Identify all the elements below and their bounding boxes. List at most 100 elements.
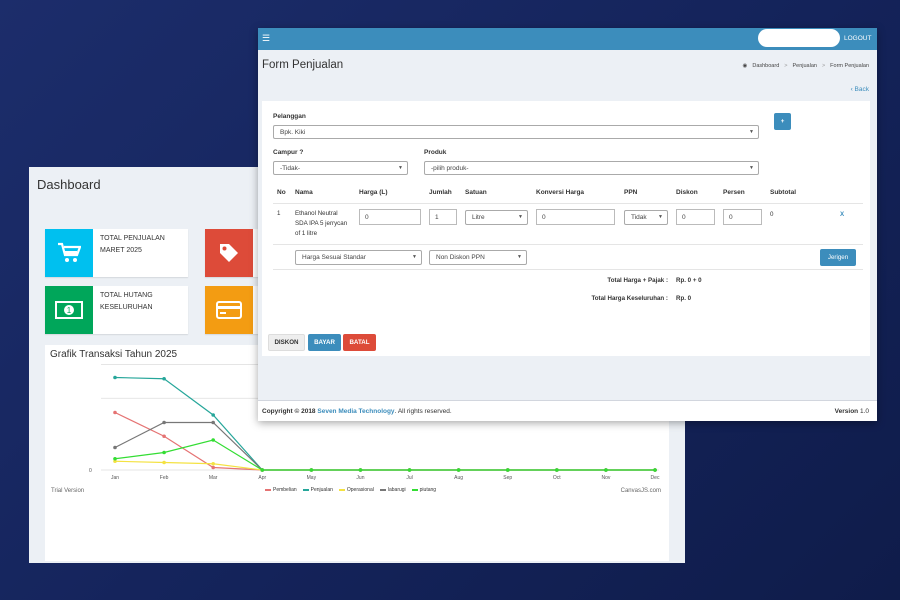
breadcrumb-item-penjualan[interactable]: Penjualan [792,63,816,69]
data-point[interactable] [211,461,215,466]
data-point[interactable] [113,410,117,415]
diskon-input[interactable]: 0 [676,209,715,225]
column-header-nama: Nama [295,189,313,196]
legend-item[interactable]: piutang [411,487,437,493]
navbar-user-field[interactable] [758,29,840,47]
remove-row-button[interactable]: X [840,210,844,220]
data-point[interactable] [162,434,166,439]
data-point[interactable] [211,413,215,417]
x-axis-tick-label: Apr [258,475,266,481]
chevron-down-icon: ▼ [398,165,403,171]
bayar-button[interactable]: BAYAR [308,334,341,351]
data-point[interactable] [162,376,166,381]
data-point[interactable] [162,460,166,465]
ppn-select[interactable]: Tidak ▼ [624,210,668,225]
data-point[interactable] [211,438,215,442]
legend-label: labarugi [387,487,406,493]
version-label: Version [834,408,859,415]
x-axis-tick-label: Feb [160,475,169,481]
column-header-no: No [277,189,286,196]
batal-button[interactable]: BATAL [343,334,376,351]
data-point[interactable] [653,468,657,472]
produk-label: Produk [424,149,447,156]
table-divider [273,269,863,270]
legend-item[interactable]: Penjualan [302,487,333,493]
data-point[interactable] [456,468,461,472]
logout-button[interactable]: LOGOUT [844,35,871,42]
harga-input[interactable]: 0 [359,209,421,225]
info-box-total-hutang[interactable]: 1 TOTAL HUTANG KESELURUHAN [45,286,188,334]
breadcrumb-separator: > [784,63,788,69]
data-point[interactable] [260,468,265,472]
svg-text:1: 1 [67,306,72,315]
legend-label: piutang [419,487,437,493]
jerigen-button[interactable]: Jerigen [820,249,856,266]
data-point[interactable] [309,468,314,472]
y-axis-zero-label: 0 [89,468,92,474]
chevron-down-icon: ▼ [658,214,663,220]
canvasjs-credit[interactable]: CanvasJS.com [621,488,661,494]
cart-icon [45,229,93,277]
diskon-button[interactable]: DISKON [268,334,305,351]
pelanggan-value: Bpk. Kiki [280,129,306,136]
data-point[interactable] [604,468,608,472]
x-axis-tick-label: Nov [601,475,610,481]
trial-version-text: Trial Version [51,488,85,494]
legend-item[interactable]: Pembelian [265,487,297,493]
info-box-sublabel: MARET 2025 [100,247,142,254]
konversi-harga-input[interactable]: 0 [536,209,615,225]
data-point[interactable] [113,456,117,461]
data-point[interactable] [113,375,117,380]
back-link[interactable]: ‹ Back [851,86,869,93]
x-axis-tick-label: Dec [651,475,660,481]
column-header-jumlah: Jumlah [429,189,452,196]
footer-copyright: Copyright © 2018 Seven Media Technology.… [262,408,452,415]
data-point[interactable] [358,468,363,472]
data-point[interactable] [407,468,412,472]
form-box: Pelanggan Bpk. Kiki ▼ + Campur ? -Tidak- ▼… [262,101,870,356]
produk-value: -pilih produk- [431,165,469,172]
data-point[interactable] [113,445,117,450]
x-axis-tick-label: Oct [553,475,561,481]
satuan-select[interactable]: Litre ▼ [465,210,528,225]
total-pajak-label: Total Harga + Pajak : [607,277,668,284]
campur-select[interactable]: -Tidak- ▼ [273,161,408,175]
ppn-type-value: Non Diskon PPN [436,254,485,261]
column-header-konversi: Konversi Harga [536,189,585,196]
column-header-ppn: PPN [624,189,638,196]
copyright-text: Copyright © 2018 [262,408,316,415]
x-axis-tick-label: Sep [503,475,512,481]
ppn-type-select[interactable]: Non Diskon PPN ▼ [429,250,527,265]
hamburger-icon[interactable]: ☰ [262,33,270,44]
product-name-line: of 1 litre [295,230,318,237]
jumlah-input[interactable]: 1 [429,209,457,225]
harga-type-select[interactable]: Harga Sesuai Standar ▼ [295,250,422,265]
legend-item[interactable]: labarugi [379,487,406,493]
legend-item[interactable]: Operasional [338,487,374,493]
brand-link[interactable]: Seven Media Technology [317,408,394,415]
persen-input[interactable]: 0 [723,209,762,225]
version-value: 1.0 [859,408,869,415]
data-point[interactable] [211,420,215,425]
info-box-sublabel: KESELURUHAN [100,304,153,311]
table-divider [273,244,863,245]
money-icon: 1 [45,286,93,334]
column-header-subtotal: Subtotal [770,189,796,196]
series-line-piutang [114,439,655,471]
x-axis-tick-label: Mar [209,475,218,481]
produk-select[interactable]: -pilih produk- ▼ [424,161,759,175]
data-point[interactable] [162,420,166,425]
x-axis-tick-label: May [307,475,317,481]
data-point[interactable] [555,468,559,472]
data-point[interactable] [211,465,215,470]
pelanggan-select[interactable]: Bpk. Kiki ▼ [273,125,759,139]
ppn-value: Tidak [631,214,647,221]
total-keseluruhan-label: Total Harga Keseluruhan : [591,295,668,302]
legend-label: Pembelian [273,487,297,493]
add-customer-button[interactable]: + [774,113,791,130]
data-point[interactable] [505,468,510,472]
breadcrumb-item-dashboard[interactable]: Dashboard [752,63,779,69]
info-box-total-penjualan[interactable]: TOTAL PENJUALAN MARET 2025 [45,229,188,277]
data-point[interactable] [162,450,166,455]
product-name-line: SDA IPA 5 jerrycan [295,220,348,227]
